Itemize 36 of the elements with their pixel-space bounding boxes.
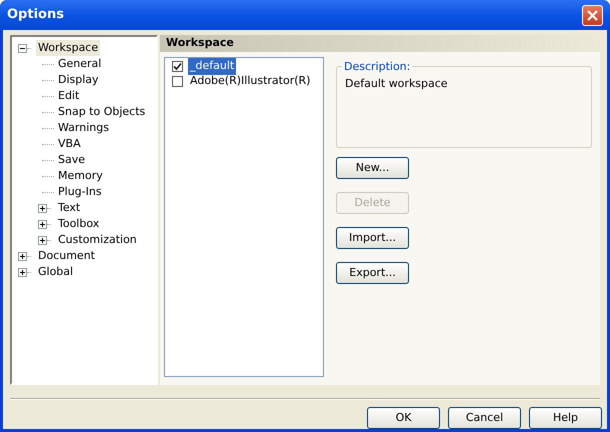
window-title: Options: [7, 6, 64, 24]
expand-icon[interactable]: [38, 204, 47, 212]
description-text: Default workspace: [345, 77, 448, 90]
tree-item[interactable]: Toolbox: [56, 216, 102, 232]
list-item[interactable]: _default: [188, 58, 236, 75]
checkbox[interactable]: [172, 76, 183, 87]
tree-item[interactable]: Customization: [56, 232, 139, 248]
list-item[interactable]: Adobe(R)Illustrator(R): [188, 73, 312, 90]
action-button[interactable]: Import...: [336, 227, 409, 249]
tree-item[interactable]: Memory: [56, 168, 105, 184]
tree-item[interactable]: Text: [56, 200, 82, 216]
tree-item[interactable]: Document: [36, 248, 97, 264]
collapse-icon[interactable]: [18, 44, 27, 52]
checkbox[interactable]: [172, 61, 183, 72]
action-button[interactable]: New...: [336, 157, 409, 179]
tree-item[interactable]: Display: [56, 72, 101, 88]
expand-icon[interactable]: [38, 236, 47, 244]
tree-item[interactable]: Snap to Objects: [56, 104, 148, 120]
tree-item[interactable]: General: [56, 56, 104, 72]
expand-icon[interactable]: [18, 252, 27, 260]
expand-icon[interactable]: [18, 268, 27, 276]
close-icon: [587, 10, 598, 20]
tree-item[interactable]: Workspace: [36, 40, 100, 56]
tree-item[interactable]: Warnings: [56, 120, 111, 136]
tree-item[interactable]: VBA: [56, 136, 83, 152]
description-label: Description:: [342, 59, 412, 76]
dialog-button[interactable]: OK: [367, 407, 440, 429]
tree-item[interactable]: Global: [36, 264, 76, 280]
dialog-button[interactable]: Cancel: [448, 407, 521, 429]
action-button[interactable]: Export...: [336, 262, 409, 284]
tree-item[interactable]: Plug-Ins: [56, 184, 104, 200]
expand-icon[interactable]: [38, 220, 47, 228]
tree-item[interactable]: Save: [56, 152, 88, 168]
close-button[interactable]: [582, 4, 603, 26]
tree-item[interactable]: Edit: [56, 88, 82, 104]
dialog-button[interactable]: Help: [529, 407, 602, 429]
